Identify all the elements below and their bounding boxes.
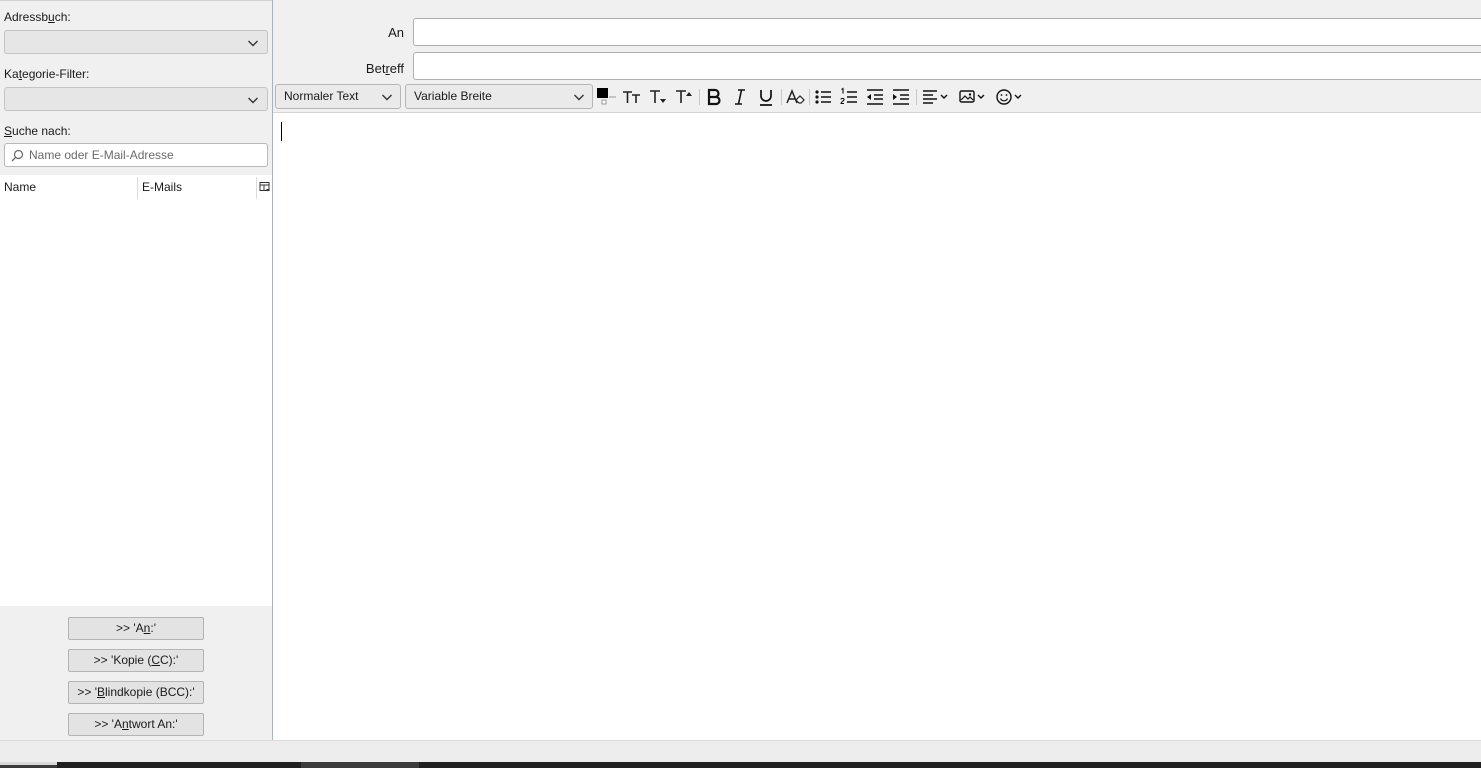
add-reply-to-button[interactable]: >> 'Antwort An:' xyxy=(68,713,204,736)
message-body-editor[interactable] xyxy=(273,113,1481,740)
text-caret xyxy=(281,122,282,141)
paragraph-format-value: Normaler Text xyxy=(284,89,359,103)
to-field[interactable] xyxy=(413,18,1481,46)
add-bcc-button[interactable]: >> 'Blindkopie (BCC):' xyxy=(68,681,204,704)
subject-label: Betreff xyxy=(365,61,404,76)
taskbar-item[interactable] xyxy=(0,762,57,768)
taskbar-item-highlight xyxy=(0,762,57,765)
chevron-down-icon xyxy=(382,94,392,101)
taskbar-item[interactable] xyxy=(301,762,419,768)
font-size-larger-icon xyxy=(676,90,692,103)
toolbar-separator xyxy=(699,89,700,105)
chevron-down-icon xyxy=(248,97,258,104)
underline-icon xyxy=(760,90,772,106)
bold-button[interactable] xyxy=(703,86,725,108)
column-divider[interactable] xyxy=(137,177,138,199)
add-to-button[interactable]: >> 'An:' xyxy=(68,617,204,640)
contacts-sidebar: Adressbuch: Kategorie-Filter: Suche nach… xyxy=(0,0,272,740)
italic-button[interactable] xyxy=(729,86,751,108)
indent-icon xyxy=(893,89,909,105)
underline-button[interactable] xyxy=(755,86,777,108)
outdent-icon xyxy=(867,89,883,105)
status-bar xyxy=(0,740,1481,762)
font-family-select[interactable]: Variable Breite xyxy=(405,84,593,109)
add-cc-button[interactable]: >> 'Kopie (CC):' xyxy=(68,649,204,672)
remove-formatting-button[interactable] xyxy=(784,86,806,108)
compose-area: An Betreff Normaler Text Variable Breite xyxy=(273,0,1481,740)
indent-button[interactable] xyxy=(890,86,912,108)
font-size-smaller-icon xyxy=(650,90,666,103)
sidebar-top-border xyxy=(0,0,272,1)
to-label: An xyxy=(388,25,404,40)
column-divider[interactable] xyxy=(256,177,257,199)
bold-icon xyxy=(707,88,721,106)
numbered-list-icon xyxy=(840,87,857,105)
font-family-value: Variable Breite xyxy=(414,89,492,103)
align-icon xyxy=(923,90,948,104)
chevron-down-icon xyxy=(248,40,258,47)
search-input[interactable] xyxy=(27,146,263,164)
toolbar-separator xyxy=(809,89,810,105)
font-size-smaller-icon xyxy=(623,91,640,103)
text-color-button[interactable] xyxy=(595,86,617,108)
column-header-emails[interactable]: E-Mails xyxy=(142,175,182,199)
column-picker-icon[interactable] xyxy=(259,181,271,193)
insert-image-icon xyxy=(959,90,985,103)
bullet-list-button[interactable] xyxy=(812,86,834,108)
addressbook-select[interactable] xyxy=(4,30,268,54)
os-taskbar xyxy=(0,762,1481,768)
category-filter-select[interactable] xyxy=(4,87,268,111)
font-size-decrease-button[interactable] xyxy=(647,86,669,108)
paragraph-format-select[interactable]: Normaler Text xyxy=(275,84,401,109)
text-color-icon xyxy=(597,88,616,105)
contact-search-box[interactable] xyxy=(4,143,268,167)
subject-input[interactable] xyxy=(414,53,1481,79)
outdent-button[interactable] xyxy=(864,86,886,108)
chevron-down-icon xyxy=(574,94,584,101)
emoji-button[interactable] xyxy=(994,86,1026,108)
bullet-list-icon xyxy=(815,90,831,104)
search-label: Suche nach: xyxy=(4,124,71,138)
column-header-name[interactable]: Name xyxy=(4,175,36,199)
contacts-list[interactable]: Name E-Mails xyxy=(0,175,272,606)
insert-button[interactable] xyxy=(957,86,989,108)
font-smaller-button[interactable] xyxy=(621,86,643,108)
font-size-increase-button[interactable] xyxy=(673,86,695,108)
align-button[interactable] xyxy=(920,86,952,108)
toolbar-separator xyxy=(916,89,917,105)
remove-formatting-icon xyxy=(786,89,805,104)
addressbook-label: Adressbuch: xyxy=(4,10,71,24)
italic-icon xyxy=(735,89,745,105)
formatting-toolbar: Normaler Text Variable Breite xyxy=(273,83,1481,112)
subject-field[interactable] xyxy=(413,52,1481,80)
numbered-list-button[interactable] xyxy=(838,86,860,108)
to-input[interactable] xyxy=(414,19,1481,45)
category-filter-label: Kategorie-Filter: xyxy=(4,67,90,81)
search-icon xyxy=(11,149,24,162)
emoji-icon xyxy=(996,89,1022,105)
toolbar-separator xyxy=(781,89,782,105)
